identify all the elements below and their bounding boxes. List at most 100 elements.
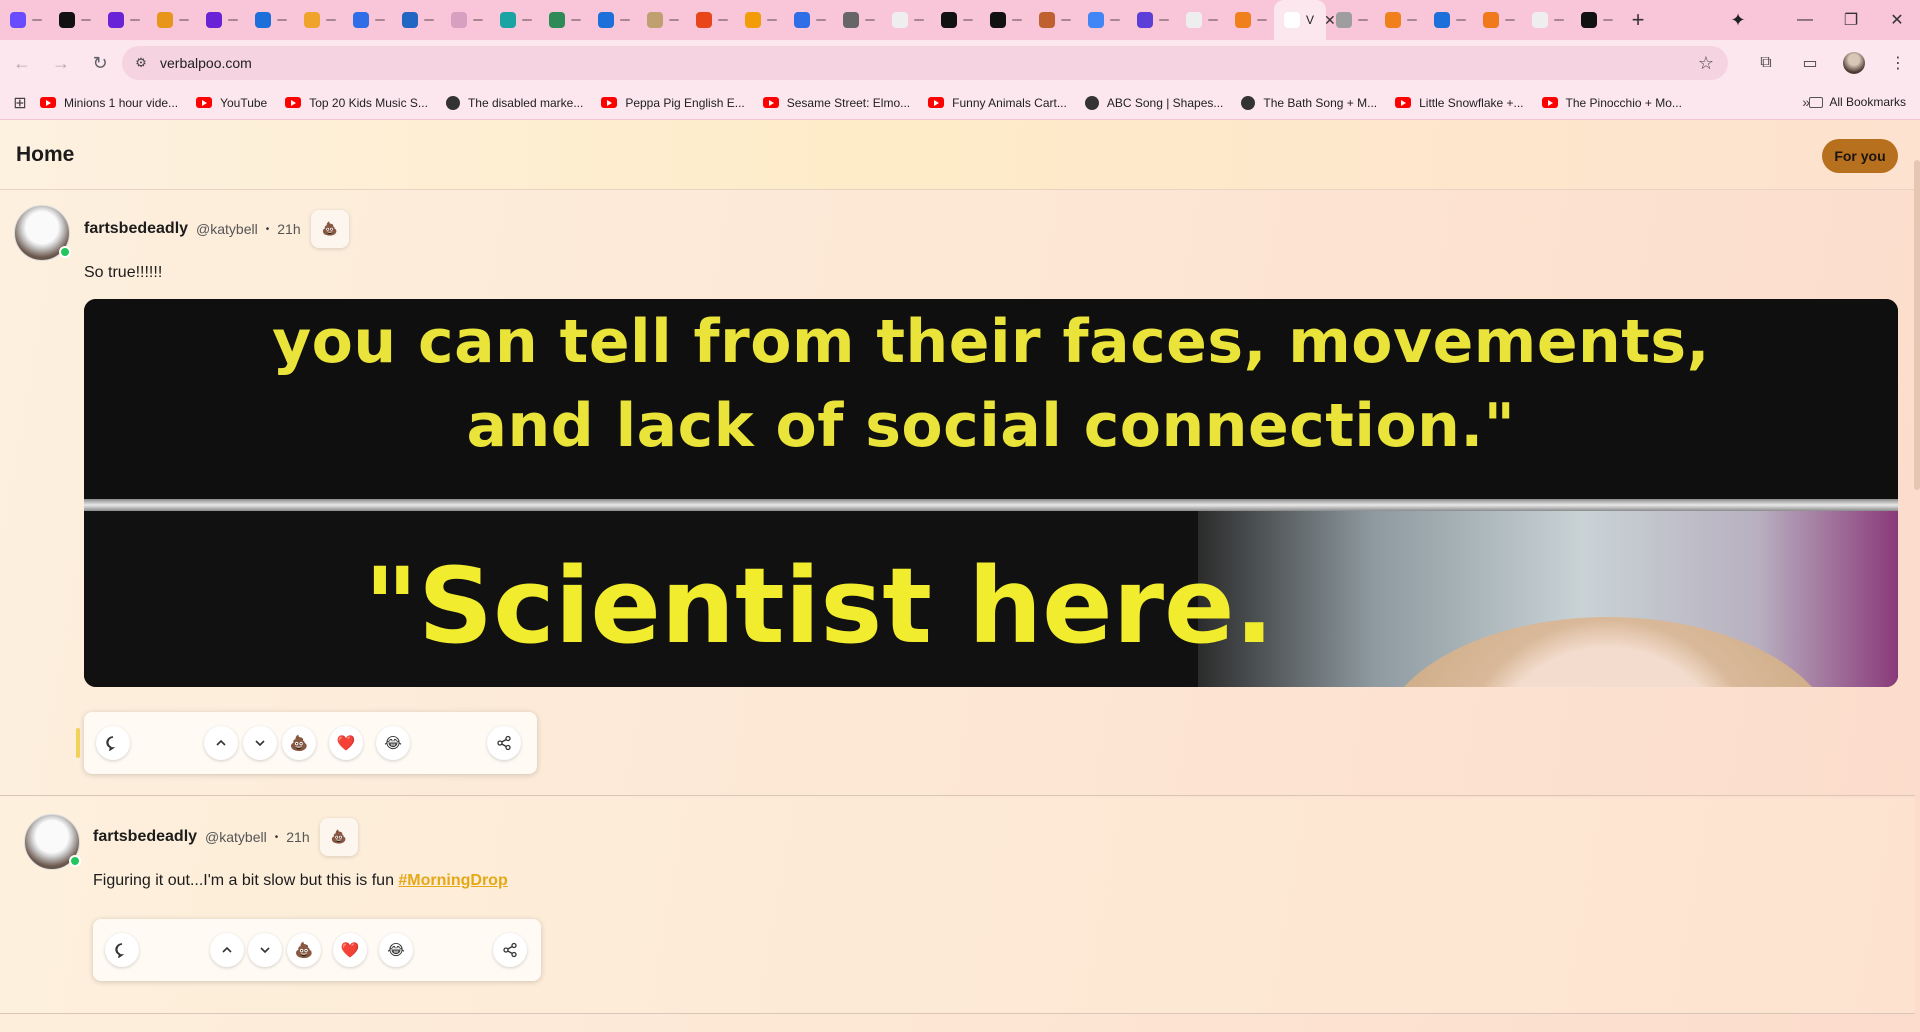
reload-button[interactable]: ↻ xyxy=(83,46,117,80)
browser-tab[interactable] xyxy=(98,0,147,40)
poop-reaction-button[interactable]: 💩 xyxy=(287,933,321,967)
url-text[interactable]: verbalpoo.com xyxy=(160,55,252,71)
browser-tab[interactable] xyxy=(490,0,539,40)
poop-flair-icon[interactable]: 💩 xyxy=(310,210,349,248)
browser-tab[interactable] xyxy=(196,0,245,40)
page-scrollbar[interactable] xyxy=(1914,120,1920,1032)
heart-reaction-button[interactable]: ❤️ xyxy=(329,726,363,760)
browser-tab[interactable] xyxy=(1473,0,1522,40)
bookmark-item[interactable]: YouTube xyxy=(196,96,267,110)
poop-flair-icon[interactable]: 💩 xyxy=(319,818,358,856)
bookmark-item[interactable]: The Bath Song + M... xyxy=(1241,95,1377,110)
site-info-icon[interactable]: ⚙ xyxy=(126,48,156,78)
heart-reaction-button[interactable]: ❤️ xyxy=(333,933,367,967)
all-bookmarks-button[interactable]: All Bookmarks xyxy=(1809,95,1906,109)
post-username[interactable]: fartsbedeadly xyxy=(93,828,197,846)
browser-tab[interactable] xyxy=(1424,0,1473,40)
bookmark-item[interactable]: Funny Animals Cart... xyxy=(928,96,1067,110)
tab-favicon-icon xyxy=(843,12,859,28)
browser-tab-active[interactable]: V ✕ xyxy=(1274,0,1336,40)
browser-tab[interactable] xyxy=(539,0,588,40)
apps-grid-icon[interactable]: ⊞ xyxy=(0,93,40,113)
address-bar[interactable]: ⚙ verbalpoo.com ☆ xyxy=(122,46,1728,80)
post-handle[interactable]: @katybell xyxy=(205,829,267,845)
bookmark-item[interactable]: Sesame Street: Elmo... xyxy=(762,96,910,110)
chevron-up-icon xyxy=(222,946,232,953)
downvote-button[interactable] xyxy=(248,933,282,967)
tab-title xyxy=(277,19,287,21)
browser-tab[interactable] xyxy=(833,0,882,40)
bookmark-item[interactable]: ABC Song | Shapes... xyxy=(1084,95,1224,110)
browser-tab[interactable] xyxy=(931,0,980,40)
post-username[interactable]: fartsbedeadly xyxy=(84,220,188,238)
hashtag-link[interactable]: #MorningDrop xyxy=(398,872,507,889)
browser-tab[interactable] xyxy=(392,0,441,40)
browser-tab[interactable] xyxy=(441,0,490,40)
share-button[interactable] xyxy=(487,726,521,760)
bookmark-item[interactable]: The disabled marke... xyxy=(445,95,583,110)
comment-button[interactable] xyxy=(96,726,130,760)
share-button[interactable] xyxy=(493,933,527,967)
bookmark-star-icon[interactable]: ☆ xyxy=(1698,53,1714,74)
avatar[interactable] xyxy=(24,814,81,870)
browser-tab[interactable] xyxy=(245,0,294,40)
tab-favicon-icon xyxy=(892,12,908,28)
browser-tab[interactable] xyxy=(980,0,1029,40)
tab-favicon-icon xyxy=(1336,12,1352,28)
browser-tab[interactable] xyxy=(147,0,196,40)
browser-tab[interactable] xyxy=(294,0,343,40)
comment-button[interactable] xyxy=(105,933,139,967)
browser-tab[interactable] xyxy=(686,0,735,40)
browser-tab[interactable] xyxy=(0,0,49,40)
browser-tab[interactable] xyxy=(1176,0,1225,40)
extensions-icon[interactable]: ⧉ xyxy=(1744,41,1788,85)
avatar[interactable] xyxy=(14,205,71,261)
back-button[interactable]: ← xyxy=(5,46,39,80)
tab-title xyxy=(767,19,777,21)
gemini-icon[interactable]: ✦ xyxy=(1718,4,1758,36)
for-you-button[interactable]: For you xyxy=(1822,139,1898,173)
browser-tab[interactable] xyxy=(343,0,392,40)
bookmark-item[interactable]: Peppa Pig English E... xyxy=(601,96,745,110)
bookmark-label: ABC Song | Shapes... xyxy=(1106,95,1224,110)
tab-favicon-icon xyxy=(794,12,810,28)
browser-tab[interactable] xyxy=(1029,0,1078,40)
profile-avatar[interactable] xyxy=(1832,41,1876,85)
browser-tab[interactable] xyxy=(735,0,784,40)
new-tab-button[interactable]: + xyxy=(1620,0,1656,40)
menu-icon[interactable]: ⋮ xyxy=(1876,41,1920,85)
tab-title xyxy=(1407,19,1417,21)
browser-tab[interactable] xyxy=(1375,0,1424,40)
laugh-reaction-button[interactable]: 😂 xyxy=(379,933,413,967)
browser-tab[interactable] xyxy=(882,0,931,40)
browser-tab[interactable] xyxy=(1127,0,1176,40)
browser-tab[interactable] xyxy=(1225,0,1274,40)
bookmark-item[interactable]: Little Snowflake +... xyxy=(1395,96,1524,110)
bookmark-item[interactable]: Minions 1 hour vide... xyxy=(40,96,178,110)
globe-icon xyxy=(1241,95,1256,110)
bookmark-item[interactable]: Top 20 Kids Music S... xyxy=(285,96,428,110)
browser-tab[interactable] xyxy=(637,0,686,40)
browser-tab[interactable] xyxy=(784,0,833,40)
post-image[interactable]: you can tell from their faces, movements… xyxy=(84,299,1898,687)
post-handle[interactable]: @katybell xyxy=(196,221,258,237)
meta-separator: • xyxy=(274,831,279,843)
forward-button[interactable]: → xyxy=(44,46,78,80)
browser-tab[interactable] xyxy=(1078,0,1127,40)
downvote-button[interactable] xyxy=(243,726,277,760)
laugh-reaction-button[interactable]: 😂 xyxy=(376,726,410,760)
upvote-button[interactable] xyxy=(210,933,244,967)
browser-tab[interactable] xyxy=(49,0,98,40)
upvote-button[interactable] xyxy=(204,726,238,760)
browser-tab[interactable] xyxy=(1571,0,1620,40)
cast-icon[interactable]: ▭ xyxy=(1788,41,1832,85)
bookmark-item[interactable]: The Pinocchio + Mo... xyxy=(1541,96,1682,110)
browser-tab[interactable] xyxy=(1326,0,1375,40)
tab-favicon-icon xyxy=(59,12,75,28)
browser-tab[interactable] xyxy=(588,0,637,40)
browser-tab[interactable] xyxy=(1522,0,1571,40)
minimize-button[interactable]: — xyxy=(1782,0,1828,40)
close-window-button[interactable]: ✕ xyxy=(1874,0,1920,40)
poop-reaction-button[interactable]: 💩 xyxy=(282,726,316,760)
restore-button[interactable]: ❐ xyxy=(1828,0,1874,40)
